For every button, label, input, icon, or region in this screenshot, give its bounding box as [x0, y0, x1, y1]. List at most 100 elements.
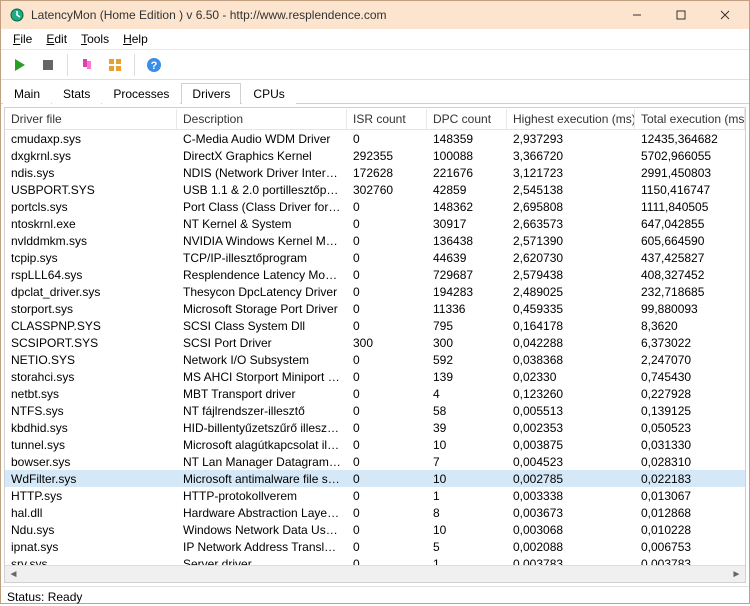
table-row[interactable]: tcpip.sysTCP/IP-illesztőprogram0446392,6… [5, 249, 745, 266]
close-button[interactable] [703, 2, 747, 28]
cell: 0,002088 [507, 540, 635, 554]
table-row[interactable]: kbdhid.sysHID-billentyűzetszűrő illesztő… [5, 419, 745, 436]
table-row[interactable]: ntoskrnl.exeNT Kernel & System0309172,66… [5, 215, 745, 232]
table-row[interactable]: portcls.sysPort Class (Class Driver for … [5, 198, 745, 215]
cell: USB 1.1 & 2.0 portillesztőprogram [177, 183, 347, 197]
col-description[interactable]: Description [177, 109, 347, 129]
cell: 0,012868 [635, 506, 745, 520]
col-highest-exec[interactable]: Highest execution (ms) [507, 109, 635, 129]
col-driver-file[interactable]: Driver file [5, 109, 177, 129]
stop-button[interactable] [35, 52, 61, 78]
cell: 10 [427, 472, 507, 486]
cell: SCSI Class System Dll [177, 319, 347, 333]
cell: 172628 [347, 166, 427, 180]
help-button[interactable]: ? [141, 52, 167, 78]
table-row[interactable]: srv.sysServer driver010,0037830,003783 [5, 555, 745, 565]
table-row[interactable]: netbt.sysMBT Transport driver040,1232600… [5, 385, 745, 402]
cell: 58 [427, 404, 507, 418]
blocks-button[interactable] [102, 52, 128, 78]
cell: 300 [427, 336, 507, 350]
maximize-button[interactable] [659, 2, 703, 28]
cell: kbdhid.sys [5, 421, 177, 435]
table-row[interactable]: ipnat.sysIP Network Address Translator05… [5, 538, 745, 555]
tab-stats[interactable]: Stats [52, 83, 101, 104]
table-body[interactable]: cmudaxp.sysC-Media Audio WDM Driver01483… [5, 130, 745, 565]
cell: Resplendence Latency Monitoring a... [177, 268, 347, 282]
table-row[interactable]: dpclat_driver.sysThesycon DpcLatency Dri… [5, 283, 745, 300]
cell: MS AHCI Storport Miniport Driver [177, 370, 347, 384]
cell: 30917 [427, 217, 507, 231]
cell: 5702,966055 [635, 149, 745, 163]
cell: 0,003068 [507, 523, 635, 537]
table-row[interactable]: HTTP.sysHTTP-protokollverem010,0033380,0… [5, 487, 745, 504]
cell: tcpip.sys [5, 251, 177, 265]
cell: NDIS (Network Driver Interface Spe... [177, 166, 347, 180]
cell: CLASSPNP.SYS [5, 319, 177, 333]
play-button[interactable] [7, 52, 33, 78]
cell: 139 [427, 370, 507, 384]
cell: Port Class (Class Driver for Port/Mini..… [177, 200, 347, 214]
scroll-left-icon[interactable]: ◄ [5, 566, 22, 583]
cell: 194283 [427, 285, 507, 299]
table-row[interactable]: rspLLL64.sysResplendence Latency Monitor… [5, 266, 745, 283]
horizontal-scrollbar[interactable]: ◄ ► [5, 565, 745, 582]
table-row[interactable]: tunnel.sysMicrosoft alagútkapcsolat ille… [5, 436, 745, 453]
table-row[interactable]: NTFS.sysNT fájlrendszer-illesztő0580,005… [5, 402, 745, 419]
cell: NT Lan Manager Datagram Receiver... [177, 455, 347, 469]
scroll-right-icon[interactable]: ► [728, 566, 745, 583]
table-row[interactable]: storport.sysMicrosoft Storage Port Drive… [5, 300, 745, 317]
table-row[interactable]: Ndu.sysWindows Network Data Usage Monit.… [5, 521, 745, 538]
cell: 0 [347, 370, 427, 384]
table-row[interactable]: nvlddmkm.sysNVIDIA Windows Kernel Mode D… [5, 232, 745, 249]
cell: rspLLL64.sys [5, 268, 177, 282]
cell: 0 [347, 217, 427, 231]
cell: 136438 [427, 234, 507, 248]
col-dpc-count[interactable]: DPC count [427, 109, 507, 129]
cell: 0 [347, 387, 427, 401]
cell: 0 [347, 200, 427, 214]
menu-help[interactable]: Help [116, 30, 155, 48]
menu-file[interactable]: Filedocument.currentScript.previousEleme… [6, 30, 39, 48]
table-row[interactable]: CLASSPNP.SYSSCSI Class System Dll07950,1… [5, 317, 745, 334]
cell: 0 [347, 506, 427, 520]
table-row[interactable]: NETIO.SYSNetwork I/O Subsystem05920,0383… [5, 351, 745, 368]
tab-drivers[interactable]: Drivers [181, 83, 241, 104]
cell: 2,571390 [507, 234, 635, 248]
cell: bowser.sys [5, 455, 177, 469]
cell: HTTP.sys [5, 489, 177, 503]
pin-button[interactable] [74, 52, 100, 78]
cell: NETIO.SYS [5, 353, 177, 367]
table-row[interactable]: hal.dllHardware Abstraction Layer DLL080… [5, 504, 745, 521]
table-row[interactable]: storahci.sysMS AHCI Storport Miniport Dr… [5, 368, 745, 385]
cell: HTTP-protokollverem [177, 489, 347, 503]
table-row[interactable]: SCSIPORT.SYSSCSI Port Driver3003000,0422… [5, 334, 745, 351]
cell: 0,745430 [635, 370, 745, 384]
menu-edit[interactable]: Edit [39, 30, 74, 48]
table-row[interactable]: ndis.sysNDIS (Network Driver Interface S… [5, 164, 745, 181]
cell: 4 [427, 387, 507, 401]
title-bar: LatencyMon (Home Edition ) v 6.50 - http… [1, 1, 749, 29]
minimize-button[interactable] [615, 2, 659, 28]
col-total-exec[interactable]: Total execution (ms) [635, 109, 745, 129]
cell: 0 [347, 557, 427, 566]
cell: 0,004523 [507, 455, 635, 469]
col-isr-count[interactable]: ISR count [347, 109, 427, 129]
cell: 3,121723 [507, 166, 635, 180]
scroll-track[interactable] [22, 566, 728, 583]
tab-cpus[interactable]: CPUs [242, 83, 295, 104]
cell: 0,005513 [507, 404, 635, 418]
table-row[interactable]: cmudaxp.sysC-Media Audio WDM Driver01483… [5, 130, 745, 147]
cell: 148359 [427, 132, 507, 146]
cell: 2,937293 [507, 132, 635, 146]
table-row[interactable]: WdFilter.sysMicrosoft antimalware file s… [5, 470, 745, 487]
tab-main[interactable]: Main [3, 83, 51, 104]
tab-processes[interactable]: Processes [102, 83, 180, 104]
cell: 8 [427, 506, 507, 520]
cell: 0 [347, 285, 427, 299]
table-row[interactable]: bowser.sysNT Lan Manager Datagram Receiv… [5, 453, 745, 470]
cell: 0 [347, 251, 427, 265]
cell: 0,002353 [507, 421, 635, 435]
table-row[interactable]: USBPORT.SYSUSB 1.1 & 2.0 portillesztőpro… [5, 181, 745, 198]
menu-tools[interactable]: Tools [74, 30, 116, 48]
table-row[interactable]: dxgkrnl.sysDirectX Graphics Kernel292355… [5, 147, 745, 164]
